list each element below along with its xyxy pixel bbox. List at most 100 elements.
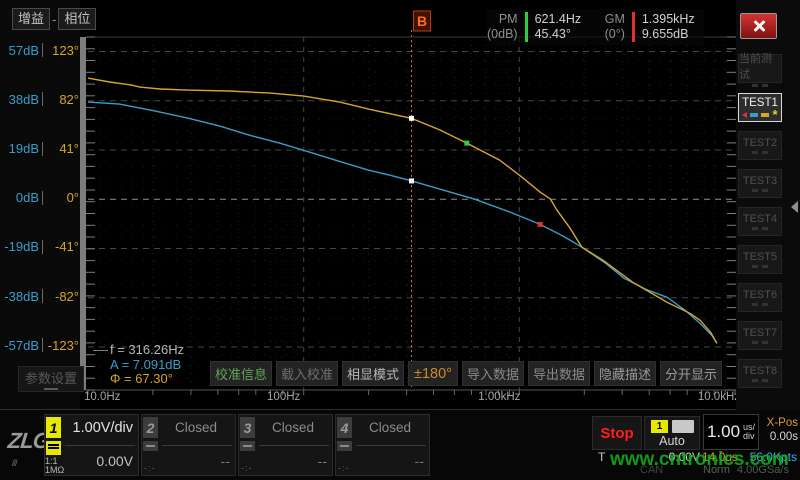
run-stop-indicator[interactable]: Stop (592, 416, 642, 450)
trigger-level-label: T (598, 450, 605, 464)
axis-label-divider (42, 338, 43, 352)
channel-off-icon (143, 441, 158, 451)
close-icon (751, 18, 767, 34)
current-test-button[interactable]: 当前测试 (738, 54, 782, 83)
panel-divider (356, 445, 426, 446)
button-dashes (752, 341, 768, 344)
toolbar-button-载入校准[interactable]: 载入校准 (276, 361, 338, 386)
axis-label-divider (42, 240, 43, 254)
button-dashes (752, 227, 768, 230)
timebase-unit: us/div (743, 423, 755, 441)
stop-label: Stop (600, 425, 633, 442)
gain-mode-button[interactable]: 增益 (12, 8, 50, 30)
channel-4-badge: 4 (337, 417, 352, 438)
close-button[interactable] (740, 13, 777, 39)
gain-tick-label: 57dB (9, 43, 39, 58)
panel-divider (259, 445, 329, 446)
axis-label-divider (42, 43, 43, 57)
gain-tick-label: -57dB (4, 338, 39, 353)
phase-tick-label: 123° (46, 43, 79, 58)
channel-closed-label: Closed (175, 420, 217, 435)
gain-tick-label: -38dB (4, 289, 39, 304)
channel-closed-label: Closed (272, 420, 314, 435)
test-button-test5[interactable]: TEST5 (738, 245, 782, 274)
button-dashes (752, 84, 768, 87)
axis-label-row: 19dB41° (0, 141, 79, 156)
channel-sub-label: -:- (338, 463, 350, 473)
probe-ratio-label: 1:11MΩ (45, 457, 64, 475)
gm-frequency-value: 1.395kHz (642, 12, 695, 27)
trigger-source-badge: 1 (651, 420, 668, 433)
phase-trace-icon (761, 113, 769, 117)
test-button-test7[interactable]: TEST7 (738, 321, 782, 350)
button-dashes (752, 379, 768, 382)
trigger-block[interactable]: 1 Auto (644, 416, 700, 450)
channel-off-icon (337, 441, 352, 451)
channel-2-panel[interactable]: 2-:-Closed-- (141, 414, 236, 476)
button-dashes (752, 189, 768, 192)
channel-value-placeholder: -- (415, 453, 424, 469)
toolbar-button-±180°[interactable]: ±180° (408, 361, 458, 386)
button-dashes (752, 303, 768, 306)
test-button-label: TEST3 (743, 175, 777, 187)
channel-3-panel[interactable]: 3-:-Closed-- (238, 414, 333, 476)
channel-2-badge: 2 (143, 417, 158, 438)
margin-readout: PM (0dB) 621.4Hz 45.43° GM (0°) 1.395kHz… (487, 9, 704, 45)
pm-frequency-value: 621.4Hz (535, 12, 582, 27)
channel-closed-label: Closed (369, 420, 411, 435)
test-button-test1[interactable]: TEST1* (738, 93, 782, 122)
gm-color-bar (632, 12, 635, 42)
phase-mode-button[interactable]: 相位 (58, 8, 96, 30)
test-button-label: TEST5 (743, 251, 777, 263)
gain-tick-label: 19dB (9, 141, 39, 156)
pm-phase-value: 45.43° (535, 27, 571, 42)
panel-divider (162, 445, 232, 446)
mode-separator: - (52, 12, 56, 27)
test-button-test8[interactable]: TEST8 (738, 359, 782, 388)
cursor-frequency: f = 316.26Hz (110, 343, 184, 358)
parameter-settings-button[interactable]: 参数设置 (18, 366, 84, 392)
gm-label: GM (605, 12, 625, 27)
cursor-readout: f = 316.26Hz A = 7.091dB Φ = 67.30° (110, 343, 184, 387)
toolbar-button-相显模式[interactable]: 相显模式 (342, 361, 404, 386)
test-button-test6[interactable]: TEST6 (738, 283, 782, 312)
cursor-gain: A = 7.091dB (110, 358, 184, 373)
timebase-value: 1.00 (707, 422, 740, 442)
dc-coupling-icon (46, 441, 61, 455)
channel-off-icon (240, 441, 255, 451)
trigger-mode-label: Auto (645, 434, 699, 448)
gm-gain-value: 9.655dB (642, 27, 689, 42)
test-button-label: TEST7 (743, 327, 777, 339)
toolbar-button-导入数据[interactable]: 导入数据 (462, 361, 524, 386)
svg-text:B: B (417, 13, 427, 29)
axis-label-divider (42, 289, 43, 303)
pm-color-bar (525, 12, 528, 42)
axis-label-row: -38dB -82° (0, 289, 79, 304)
toolbar-button-分开显示[interactable]: 分开显示 (660, 361, 722, 386)
test-button-test2[interactable]: TEST2 (738, 131, 782, 160)
trigger-marker-icon (742, 112, 747, 118)
toolbar-button-导出数据[interactable]: 导出数据 (528, 361, 590, 386)
button-dashes (752, 151, 768, 154)
axis-label-row: 57dB 123° (0, 43, 79, 58)
axis-label-divider (42, 191, 43, 205)
button-dashes (752, 265, 768, 268)
axis-label-row: 38dB82° (0, 92, 79, 107)
channel-4-panel[interactable]: 4 -:- Closed -- (335, 414, 430, 476)
phase-tick-label: -82° (46, 289, 79, 304)
test-button-test4[interactable]: TEST4 (738, 207, 782, 236)
channel-1-panel[interactable]: 11:11MΩ1.00V/div0.00V (44, 414, 139, 476)
timebase-block[interactable]: 1.00 us/div (703, 414, 759, 450)
toolbar-button-校准信息[interactable]: 校准信息 (210, 361, 272, 386)
toolbar-button-隐藏描述[interactable]: 隐藏描述 (594, 361, 656, 386)
x-pos-value: 0.00s (758, 430, 798, 444)
test-button-test3[interactable]: TEST3 (738, 169, 782, 198)
pm-label: PM (499, 12, 518, 27)
trigger-coupling-icon (672, 420, 694, 433)
phase-tick-label: -123° (46, 338, 79, 353)
oscilloscope-bode-screen: 增益 - 相位 57dB123°38dB82°19dB41°0dB0°-19dB… (0, 0, 800, 480)
freq-tick-label: 1.00kHz (478, 391, 520, 403)
sidebar-collapse-arrow-icon[interactable] (791, 201, 798, 213)
phase-tick-label: -41° (46, 239, 79, 254)
channel-1-badge: 1 (46, 417, 61, 438)
